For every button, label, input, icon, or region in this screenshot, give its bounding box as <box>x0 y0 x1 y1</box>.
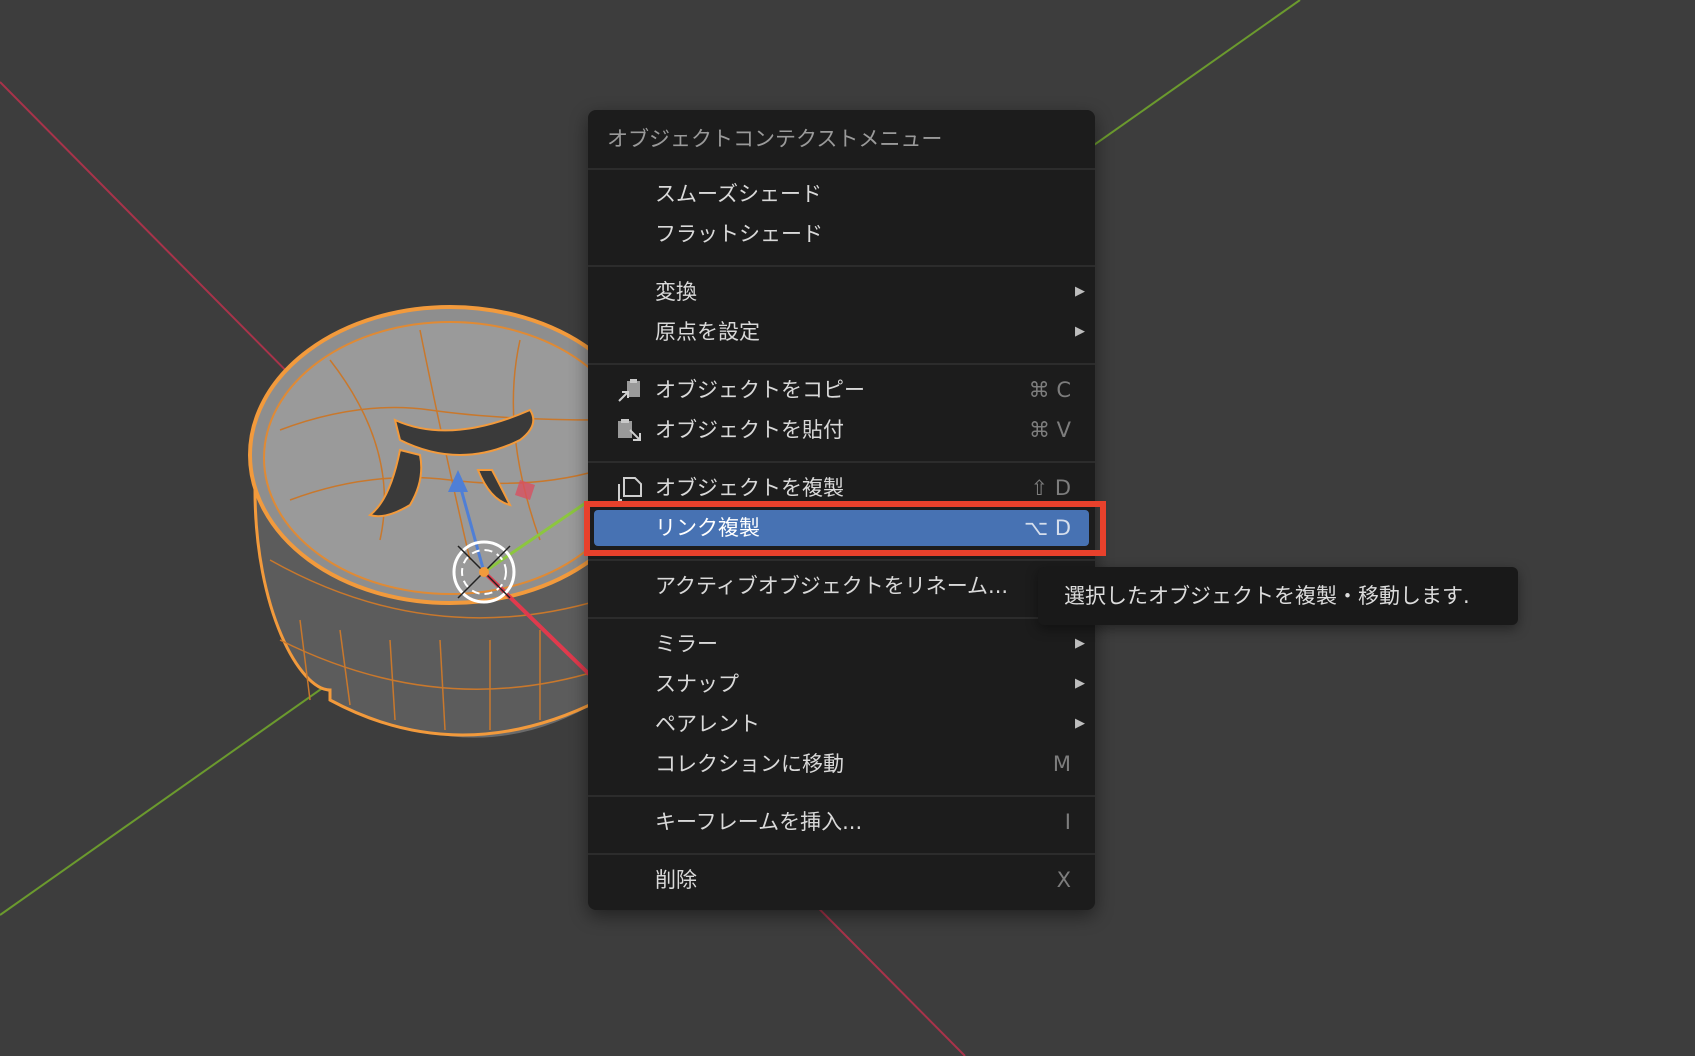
duplicate-icon <box>618 477 642 501</box>
menu-title: オブジェクトコンテクストメニュー <box>607 127 943 151</box>
menu-item-insert-keyframe[interactable]: キーフレームを挿入... I <box>594 804 1089 840</box>
menu-item-label: 削除 <box>655 868 697 892</box>
menu-separator <box>588 461 1095 463</box>
menu-separator <box>588 559 1095 561</box>
shortcut-hint: ⌘ V <box>1028 418 1071 442</box>
menu-separator <box>588 617 1095 619</box>
menu-item-label: アクティブオブジェクトをリネーム... <box>655 574 1009 598</box>
tooltip: 選択したオブジェクトを複製・移動します. <box>1038 567 1518 625</box>
annotation-highlight-box <box>584 501 1106 556</box>
menu-item-label: コレクションに移動 <box>655 752 844 776</box>
submenu-arrow-icon: ▶ <box>1075 636 1085 651</box>
menu-item-set-origin[interactable]: 原点を設定 ▶ <box>594 314 1089 350</box>
copy-icon <box>618 379 640 402</box>
menu-item-label: スナップ <box>655 672 739 696</box>
menu-item-label: キーフレームを挿入... <box>655 810 863 834</box>
menu-item-mirror[interactable]: ミラー ▶ <box>594 626 1089 662</box>
menu-separator <box>588 795 1095 797</box>
menu-item-label: オブジェクトを貼付 <box>655 418 844 442</box>
menu-item-label: フラットシェード <box>655 222 823 246</box>
menu-separator <box>588 168 1095 170</box>
submenu-arrow-icon: ▶ <box>1075 676 1085 691</box>
menu-item-copy-object[interactable]: オブジェクトをコピー ⌘ C <box>594 372 1089 408</box>
menu-item-rename-active-object[interactable]: アクティブオブジェクトをリネーム... <box>594 568 1089 604</box>
menu-item-delete[interactable]: 削除 X <box>594 862 1089 898</box>
menu-item-parent[interactable]: ペアレント ▶ <box>594 706 1089 742</box>
menu-item-convert[interactable]: 変換 ▶ <box>594 274 1089 310</box>
shortcut-hint: X <box>1056 868 1071 892</box>
menu-separator <box>588 265 1095 267</box>
menu-separator <box>588 853 1095 855</box>
menu-item-label: 原点を設定 <box>655 320 760 344</box>
submenu-arrow-icon: ▶ <box>1075 716 1085 731</box>
shortcut-hint: I <box>1064 810 1071 834</box>
menu-item-smooth-shade[interactable]: スムーズシェード <box>594 176 1089 212</box>
menu-item-label: ミラー <box>655 632 718 656</box>
menu-item-move-to-collection[interactable]: コレクションに移動 M <box>594 746 1089 782</box>
menu-item-label: 変換 <box>655 280 697 304</box>
paste-icon <box>618 419 641 441</box>
menu-item-snap[interactable]: スナップ ▶ <box>594 666 1089 702</box>
menu-item-paste-object[interactable]: オブジェクトを貼付 ⌘ V <box>594 412 1089 448</box>
submenu-arrow-icon: ▶ <box>1075 284 1085 299</box>
shortcut-hint: M <box>1052 752 1071 776</box>
submenu-arrow-icon: ▶ <box>1075 324 1085 339</box>
menu-separator <box>588 363 1095 365</box>
menu-item-label: スムーズシェード <box>655 182 822 206</box>
menu-item-label: オブジェクトをコピー <box>655 378 865 402</box>
menu-item-flat-shade[interactable]: フラットシェード <box>594 216 1089 252</box>
menu-item-label: ペアレント <box>655 712 760 736</box>
shortcut-hint: ⌘ C <box>1028 378 1071 402</box>
